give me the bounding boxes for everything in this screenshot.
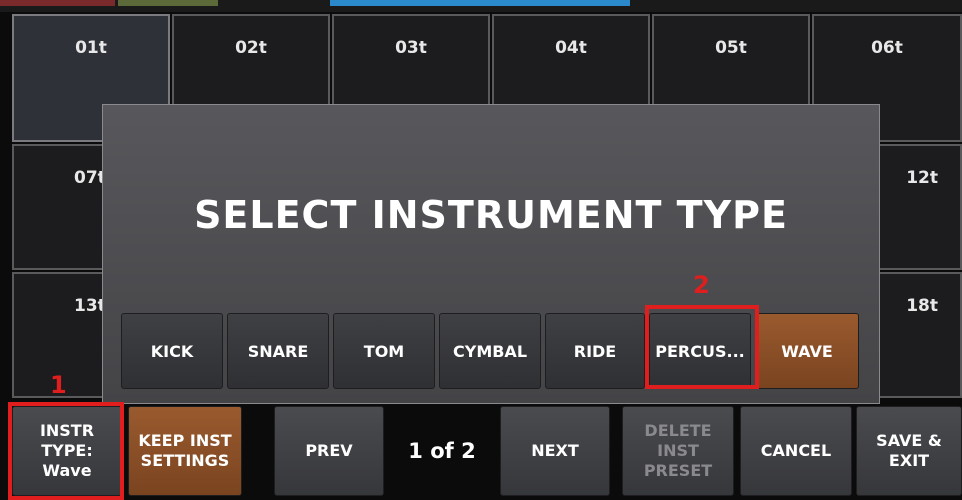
annotation-number-1: 1: [50, 371, 67, 399]
next-button[interactable]: NEXT: [500, 406, 610, 496]
pad-label: 06t: [871, 38, 903, 58]
pad-label: 03t: [395, 38, 427, 58]
top-strip-segment: [330, 0, 630, 6]
type-button-snare[interactable]: SNARE: [227, 313, 329, 389]
top-strip-segment: [0, 0, 115, 6]
pad-label: 12t: [906, 168, 938, 188]
keep-inst-settings-button[interactable]: KEEP INST SETTINGS: [128, 406, 242, 496]
type-button-ride[interactable]: RIDE: [545, 313, 645, 389]
type-button-cymbal[interactable]: CYMBAL: [439, 313, 541, 389]
dialog-title: SELECT INSTRUMENT TYPE: [194, 193, 788, 237]
top-strip-segment: [118, 0, 218, 6]
pad-label: 02t: [235, 38, 267, 58]
type-button-kick[interactable]: KICK: [121, 313, 223, 389]
pad-label: 18t: [906, 296, 938, 316]
pad-label: 05t: [715, 38, 747, 58]
annotation-box-1: [8, 402, 124, 500]
type-button-wave[interactable]: WAVE: [755, 313, 859, 389]
select-instrument-type-dialog: SELECT INSTRUMENT TYPE KICK SNARE TOM CY…: [102, 104, 880, 404]
page-indicator: 1 of 2: [408, 439, 476, 463]
delete-inst-preset-button[interactable]: DELETE INST PRESET: [622, 406, 734, 496]
cancel-button[interactable]: CANCEL: [740, 406, 852, 496]
pad-label: 04t: [555, 38, 587, 58]
pad-label: 01t: [75, 38, 107, 58]
save-and-exit-button[interactable]: SAVE & EXIT: [856, 406, 962, 496]
type-button-tom[interactable]: TOM: [333, 313, 435, 389]
prev-button[interactable]: PREV: [274, 406, 384, 496]
annotation-box-2: [645, 305, 759, 389]
annotation-number-2: 2: [693, 271, 710, 299]
top-strip: [0, 0, 962, 12]
